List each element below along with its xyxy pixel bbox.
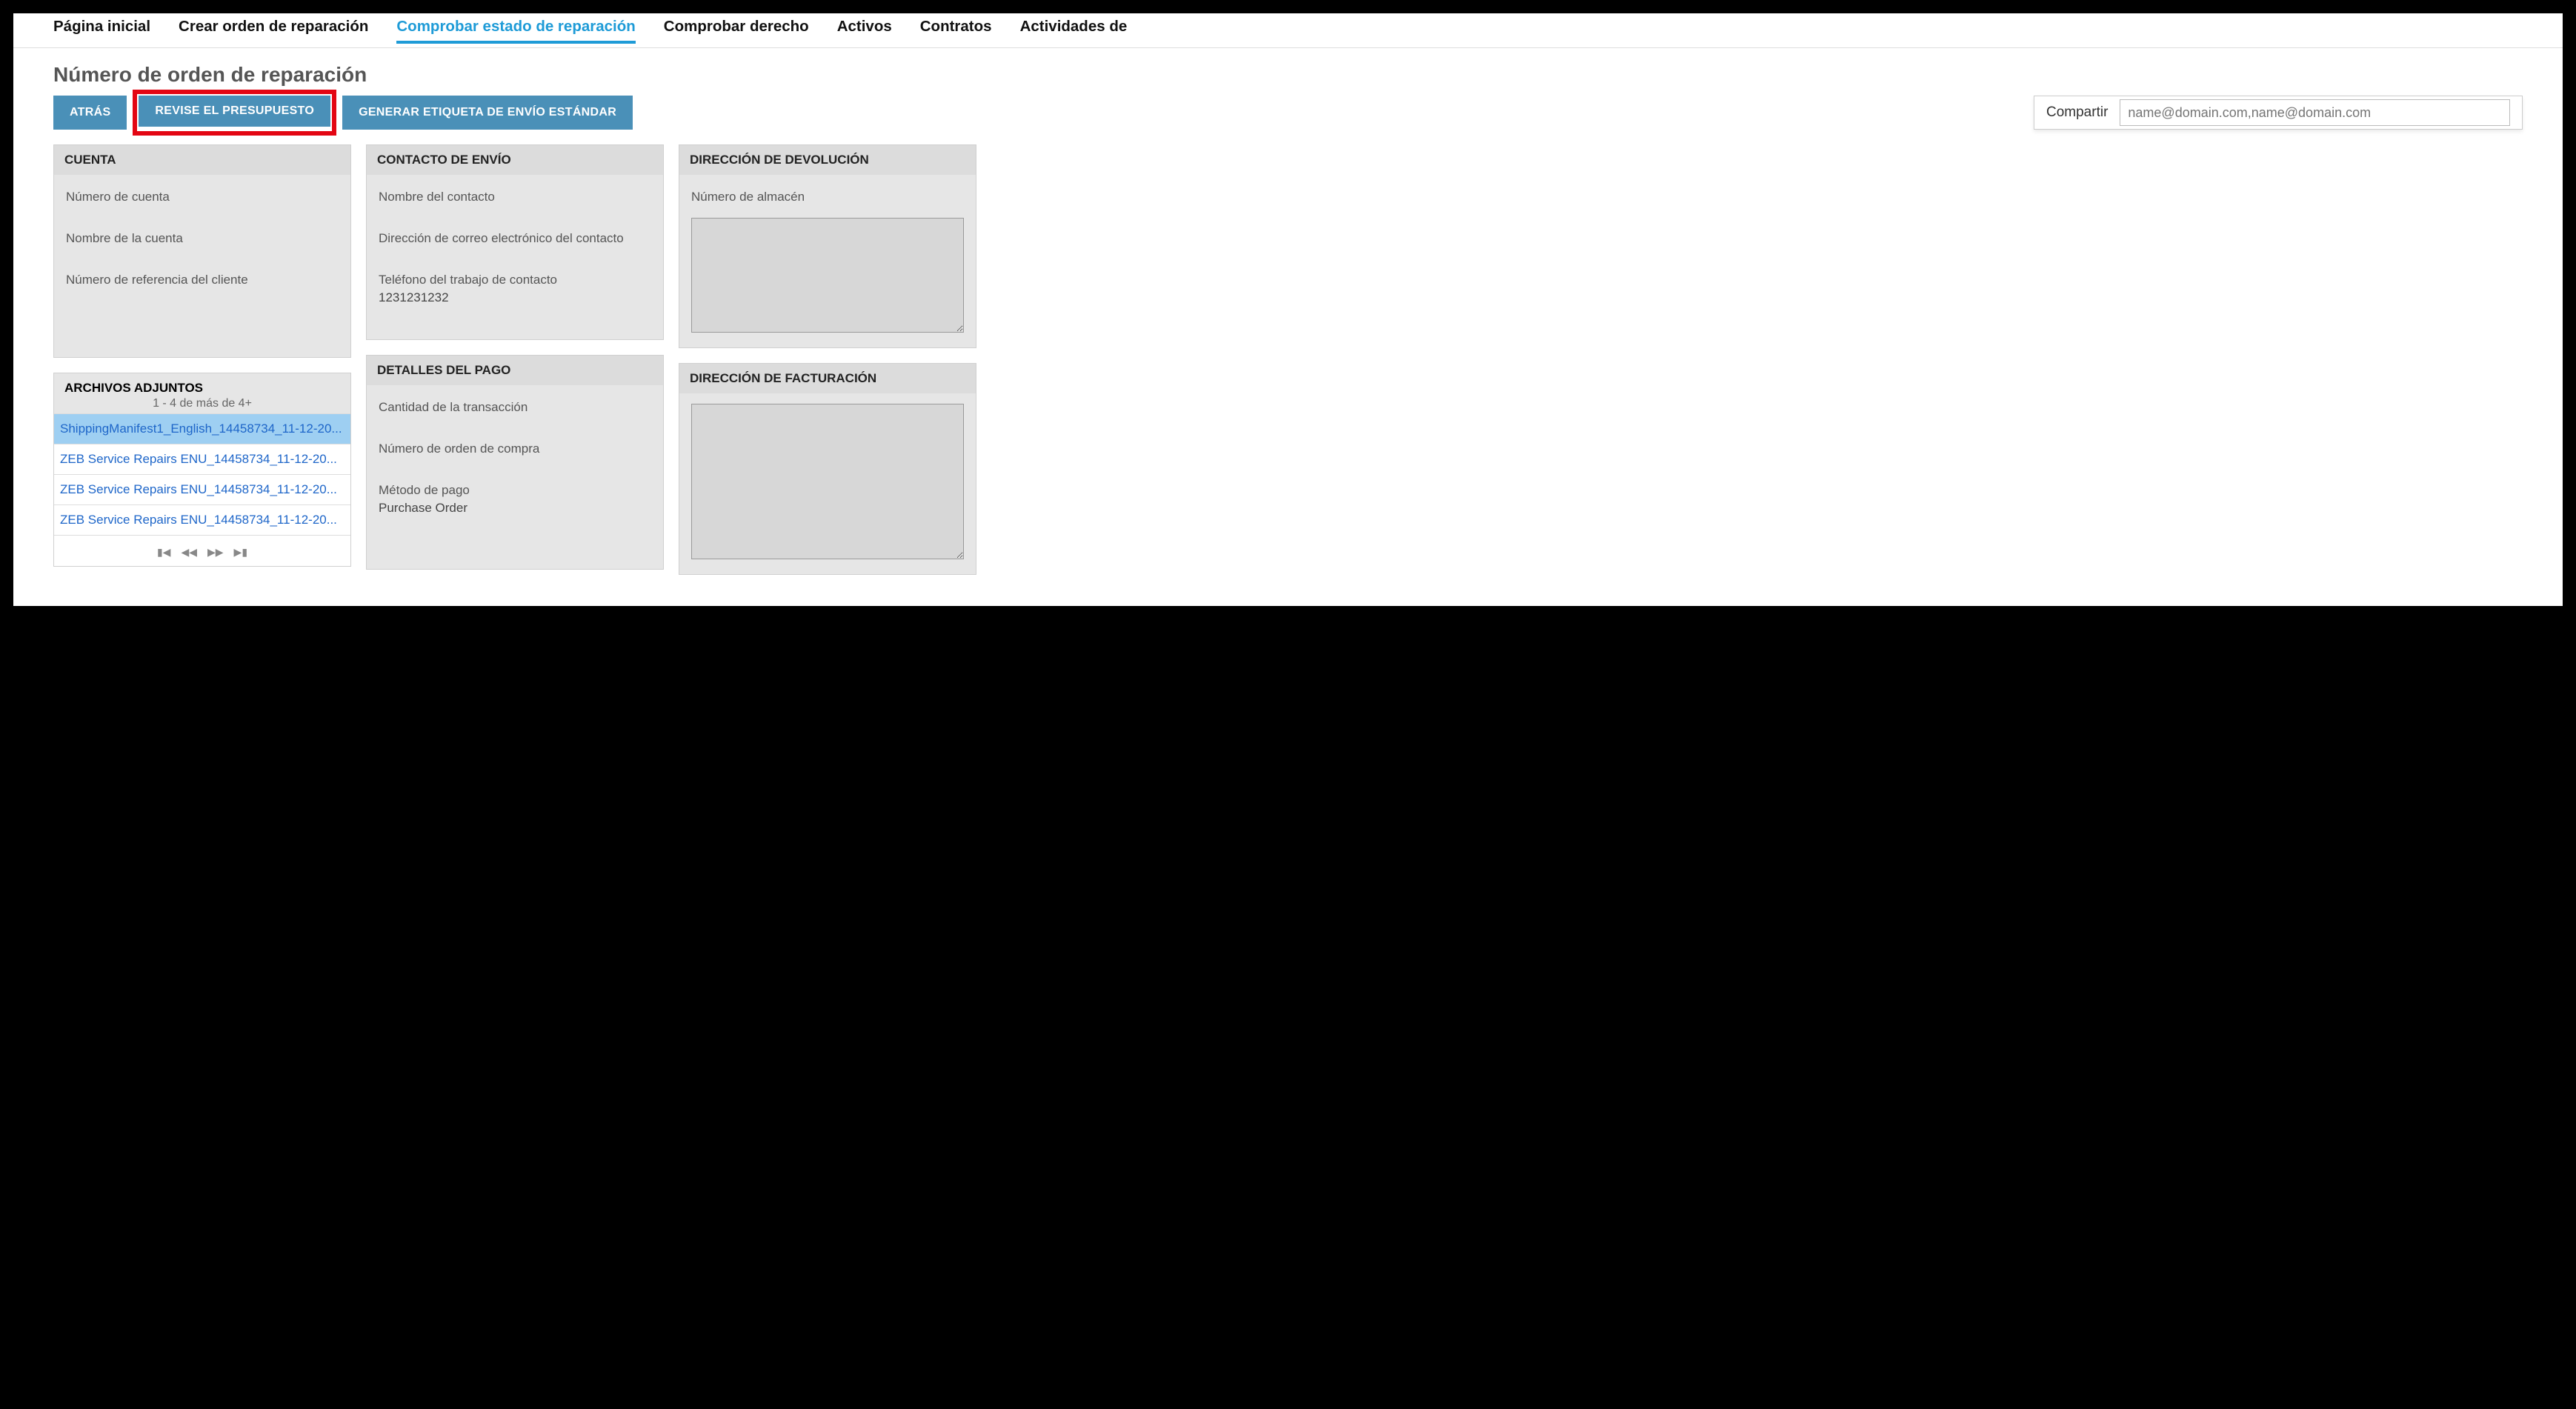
payment-card: DETALLES DEL PAGO Cantidad de la transac…	[366, 355, 664, 570]
attachments-range: 1 - 4 de más de 4+	[64, 397, 340, 410]
payment-header: DETALLES DEL PAGO	[367, 356, 663, 385]
ship-contact-card: CONTACTO DE ENVÍO Nombre del contacto Di…	[366, 144, 664, 340]
share-input[interactable]	[2120, 99, 2510, 126]
account-header: CUENTA	[54, 145, 350, 175]
back-button[interactable]: ATRÁS	[53, 96, 127, 130]
tab-home[interactable]: Página inicial	[53, 18, 150, 43]
ship-contact-header: CONTACTO DE ENVÍO	[367, 145, 663, 175]
account-number-label: Número de cuenta	[66, 190, 339, 204]
share-label: Compartir	[2046, 104, 2108, 121]
warehouse-label: Número de almacén	[691, 190, 964, 204]
top-tabs: Página inicial Crear orden de reparación…	[13, 18, 2563, 48]
return-address-textarea[interactable]	[691, 218, 964, 333]
attachment-row[interactable]: ShippingManifest1_English_14458734_11-12…	[54, 413, 350, 444]
column-2: CONTACTO DE ENVÍO Nombre del contacto Di…	[366, 144, 664, 570]
column-3: DIRECCIÓN DE DEVOLUCIÓN Número de almacé…	[679, 144, 976, 575]
payment-po-label: Número de orden de compra	[379, 442, 651, 456]
payment-amount-label: Cantidad de la transacción	[379, 400, 651, 415]
billing-address-textarea[interactable]	[691, 404, 964, 559]
account-card: CUENTA Número de cuenta Nombre de la cue…	[53, 144, 351, 358]
pager-last-icon[interactable]: ▶▮	[234, 546, 247, 559]
billing-address-card: DIRECCIÓN DE FACTURACIÓN	[679, 363, 976, 575]
tab-create-order[interactable]: Crear orden de reparación	[179, 18, 368, 43]
app-viewport: Página inicial Crear orden de reparación…	[13, 13, 2563, 606]
attachments-card: ARCHIVOS ADJUNTOS 1 - 4 de más de 4+ Shi…	[53, 373, 351, 567]
cards-grid: CUENTA Número de cuenta Nombre de la cue…	[13, 130, 2563, 590]
payment-method-label: Método de pago	[379, 483, 651, 498]
tab-activities[interactable]: Actividades de	[1020, 18, 1128, 43]
tab-check-status[interactable]: Comprobar estado de reparación	[396, 18, 635, 43]
account-name-label: Nombre de la cuenta	[66, 231, 339, 246]
attachments-pager: ▮◀ ◀◀ ▶▶ ▶▮	[54, 535, 350, 566]
tab-contracts[interactable]: Contratos	[920, 18, 992, 43]
attachment-row[interactable]: ZEB Service Repairs ENU_14458734_11-12-2…	[54, 444, 350, 474]
billing-address-header: DIRECCIÓN DE FACTURACIÓN	[679, 364, 976, 393]
tab-entitlement[interactable]: Comprobar derecho	[664, 18, 809, 43]
contact-name-label: Nombre del contacto	[379, 190, 651, 204]
generate-label-button[interactable]: GENERAR ETIQUETA DE ENVÍO ESTÁNDAR	[342, 96, 633, 130]
column-1: CUENTA Número de cuenta Nombre de la cue…	[53, 144, 351, 567]
review-quote-button[interactable]: REVISE EL PRESUPUESTO	[139, 96, 330, 127]
contact-phone-label: Teléfono del trabajo de contacto	[379, 273, 651, 287]
attachment-row[interactable]: ZEB Service Repairs ENU_14458734_11-12-2…	[54, 504, 350, 535]
pager-first-icon[interactable]: ▮◀	[157, 546, 170, 559]
attachments-header: ARCHIVOS ADJUNTOS	[64, 381, 340, 396]
account-ref-label: Número de referencia del cliente	[66, 273, 339, 287]
return-address-card: DIRECCIÓN DE DEVOLUCIÓN Número de almacé…	[679, 144, 976, 348]
contact-phone-value: 1231231232	[379, 290, 651, 305]
tab-assets[interactable]: Activos	[837, 18, 892, 43]
share-box: Compartir	[2034, 96, 2523, 130]
page-title: Número de orden de reparación	[13, 48, 2563, 96]
review-quote-highlight: REVISE EL PRESUPUESTO	[139, 96, 330, 130]
pager-prev-icon[interactable]: ◀◀	[181, 546, 197, 559]
return-address-header: DIRECCIÓN DE DEVOLUCIÓN	[679, 145, 976, 175]
pager-next-icon[interactable]: ▶▶	[207, 546, 224, 559]
action-row: ATRÁS REVISE EL PRESUPUESTO GENERAR ETIQ…	[13, 96, 2563, 130]
contact-email-label: Dirección de correo electrónico del cont…	[379, 231, 651, 246]
payment-method-value: Purchase Order	[379, 501, 651, 516]
attachment-row[interactable]: ZEB Service Repairs ENU_14458734_11-12-2…	[54, 474, 350, 504]
